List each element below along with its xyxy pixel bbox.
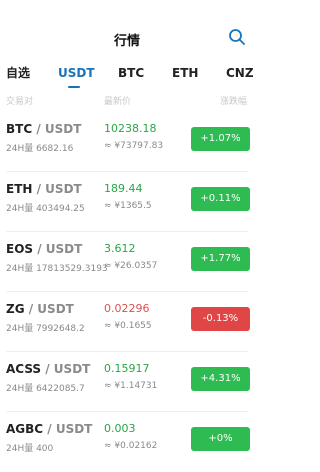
tab-favorites[interactable]: 自选 [6,64,30,92]
volume-24h: 24H量 403494.25 [6,204,85,214]
last-price: 10238.18 [104,122,157,135]
market-row[interactable]: ZG / USDT 24H量 7992648.2 0.02296 ≈ ¥0.1655 -… [0,292,254,352]
change-badge[interactable]: +4.31% [191,367,250,391]
cny-price: ≈ ¥1365.5 [104,201,152,211]
volume-24h: 24H量 6682.16 [6,144,74,154]
last-price: 3.612 [104,242,136,255]
market-row[interactable]: BTC / USDT 24H量 6682.16 10238.18 ≈ ¥73797.8… [0,112,254,172]
column-change: 涨跌幅 [220,97,248,107]
pair-base: ZG [6,302,25,316]
market-row[interactable]: AGBC / USDT 24H量 400 0.003 ≈ ¥0.02162 +0% [0,412,254,472]
cny-price: ≈ ¥0.1655 [104,321,152,331]
app-header: 行情 [0,0,254,60]
volume-24h: 24H量 400 [6,444,54,454]
pair-quote: / USDT [24,302,74,316]
change-badge[interactable]: +1.77% [191,247,250,271]
active-tab-indicator [68,86,80,88]
pair-base: ACSS [6,362,42,376]
cny-price: ≈ ¥26.0357 [104,261,158,271]
volume-24h: 24H量 17813529.3193 [6,264,108,274]
column-price: 最新价 [104,97,132,107]
tab-btc[interactable]: BTC [118,64,144,92]
cny-price: ≈ ¥1.14731 [104,381,158,391]
pair-name: ETH / USDT [6,182,82,196]
pair-quote: / USDT [43,422,93,436]
market-row[interactable]: EOS / USDT 24H量 17813529.3193 3.612 ≈ ¥26.0… [0,232,254,292]
pair-name: ZG / USDT [6,302,74,316]
pair-quote: / USDT [32,182,82,196]
column-headers: 交易对 最新价 涨跌幅 [0,94,254,108]
tab-cnz[interactable]: CNZ [226,64,254,92]
last-price: 189.44 [104,182,143,195]
market-tabs: 自选 USDT BTC ETH CNZ [0,64,254,92]
last-price: 0.003 [104,422,136,435]
change-badge[interactable]: +0% [191,427,250,451]
tab-eth[interactable]: ETH [172,64,198,92]
pair-base: BTC [6,122,33,136]
cny-price: ≈ ¥0.02162 [104,441,158,451]
last-price: 0.15917 [104,362,150,375]
pair-base: ETH [6,182,33,196]
change-badge[interactable]: +1.07% [191,127,250,151]
change-badge[interactable]: -0.13% [191,307,250,331]
search-icon[interactable] [228,28,246,46]
pair-base: EOS [6,242,34,256]
pair-quote: / USDT [33,242,83,256]
pair-name: EOS / USDT [6,242,82,256]
volume-24h: 24H量 7992648.2 [6,324,85,334]
pair-name: BTC / USDT [6,122,81,136]
pair-base: AGBC [6,422,44,436]
pair-quote: / USDT [32,122,82,136]
volume-24h: 24H量 6422085.7 [6,384,85,394]
cny-price: ≈ ¥73797.83 [104,141,164,151]
market-row[interactable]: ETH / USDT 24H量 403494.25 189.44 ≈ ¥1365.5 +… [0,172,254,232]
pair-name: AGBC / USDT [6,422,92,436]
market-row[interactable]: ACSS / USDT 24H量 6422085.7 0.15917 ≈ ¥1.147… [0,352,254,412]
column-pair: 交易对 [6,97,34,107]
last-price: 0.02296 [104,302,150,315]
page-title: 行情 [113,34,140,49]
pair-quote: / USDT [41,362,91,376]
pair-name: ACSS / USDT [6,362,90,376]
change-badge[interactable]: +0.11% [191,187,250,211]
